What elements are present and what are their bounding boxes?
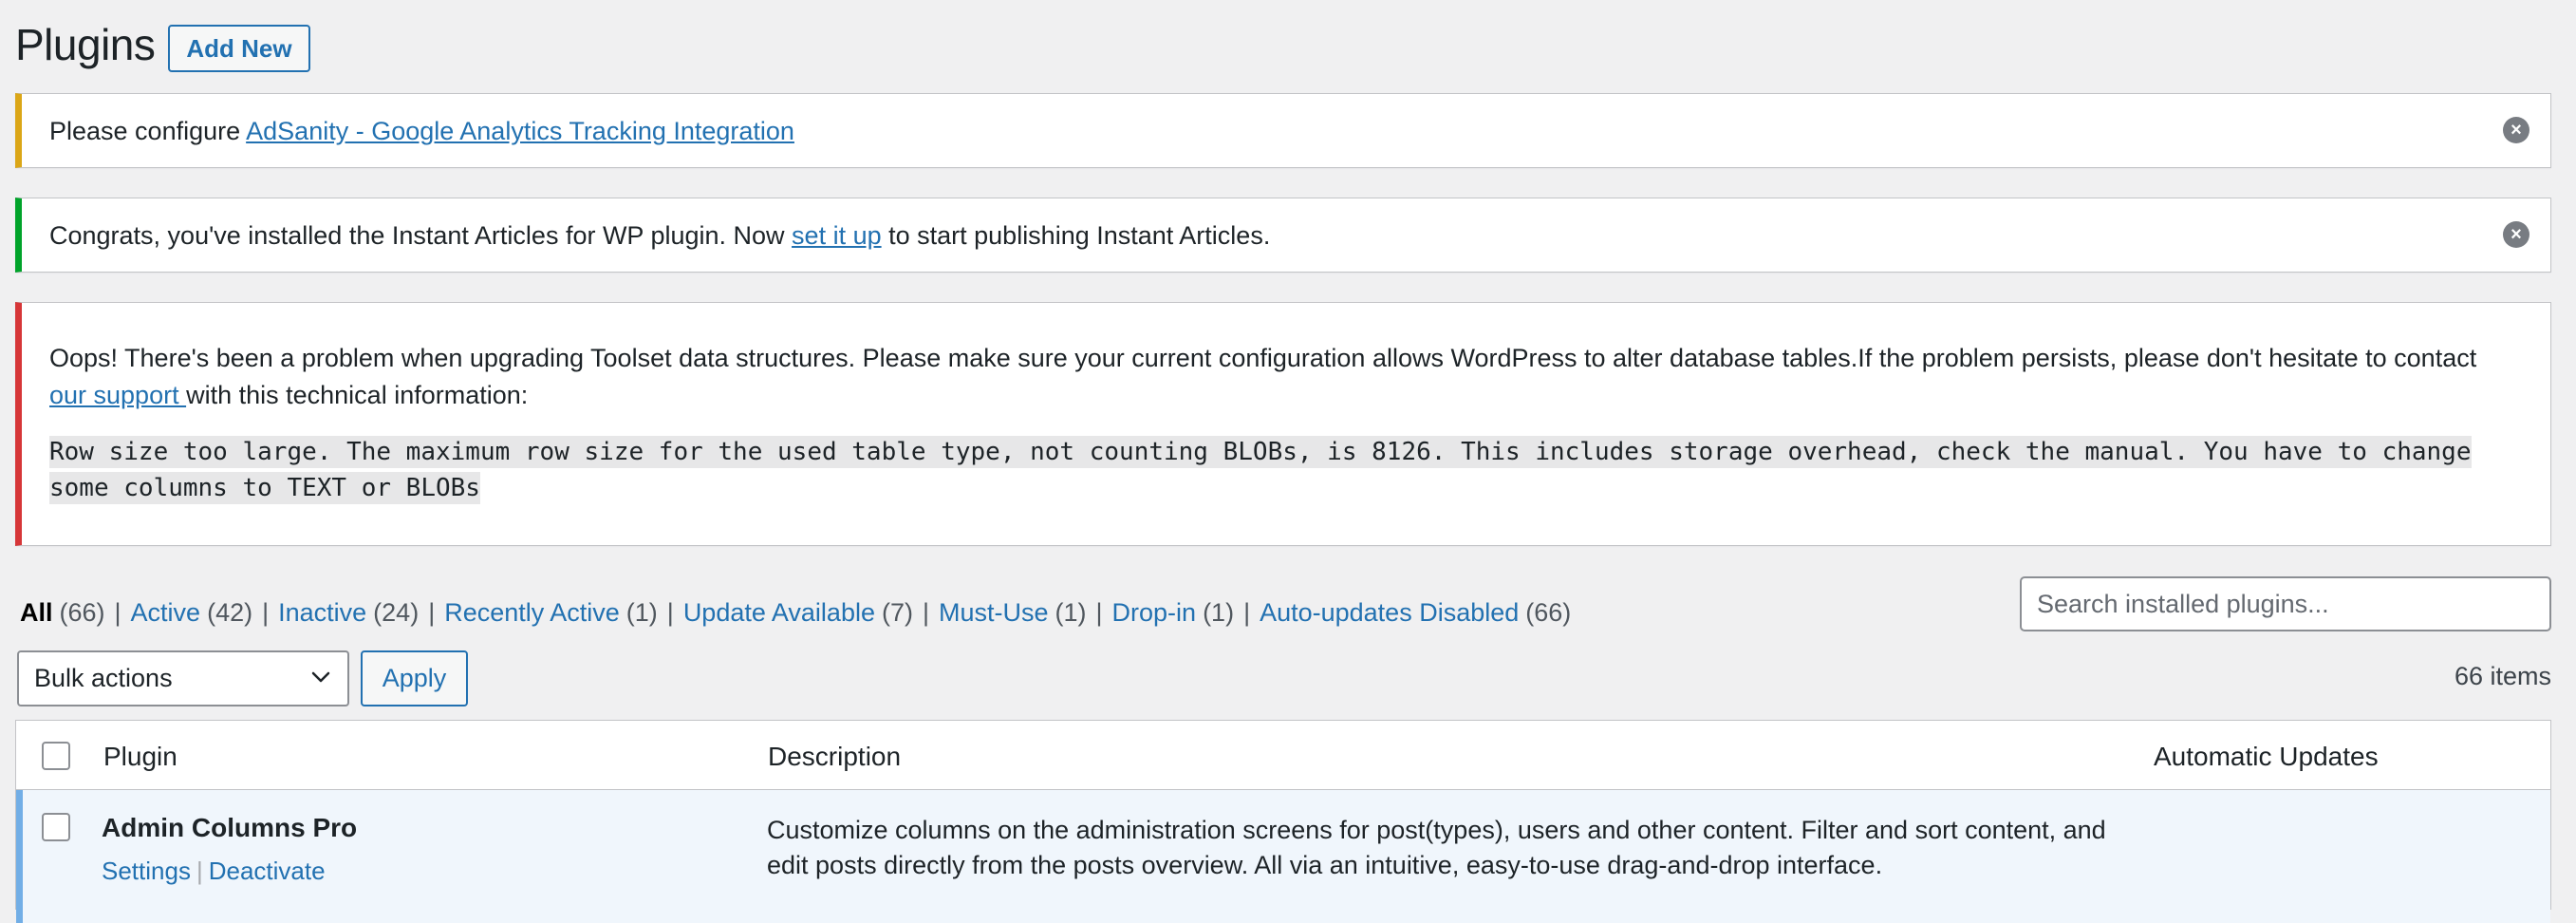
filter-auto-updates-disabled[interactable]: Auto-updates Disabled bbox=[1260, 598, 1519, 627]
filter-count: (1) bbox=[1203, 598, 1235, 627]
filter-all[interactable]: All bbox=[20, 598, 53, 627]
filter-separator: | bbox=[114, 598, 121, 627]
table-row: Admin Columns Pro Settings | Deactivate Cu… bbox=[16, 790, 2550, 923]
filter-recently-active[interactable]: Recently Active bbox=[444, 598, 620, 627]
filter-separator: | bbox=[666, 598, 674, 627]
filter-separator: | bbox=[1095, 598, 1103, 627]
filter-must-use[interactable]: Must-Use bbox=[939, 598, 1049, 627]
notice-success-text: Congrats, you've installed the Instant A… bbox=[49, 221, 1270, 251]
notice-error-text: Oops! There's been a problem when upgrad… bbox=[49, 344, 2477, 372]
row-action-separator: | bbox=[196, 857, 203, 885]
table-header: Plugin Description Automatic Updates bbox=[16, 721, 2550, 790]
filter-separator: | bbox=[262, 598, 270, 627]
dismiss-icon[interactable]: × bbox=[2503, 117, 2529, 143]
notice-success: Congrats, you've installed the Instant A… bbox=[15, 198, 2551, 273]
adsanity-config-link[interactable]: AdSanity - Google Analytics Tracking Int… bbox=[246, 117, 794, 145]
items-count: 66 items bbox=[2454, 662, 2551, 690]
notice-warning-text: Please configure AdSanity - Google Analy… bbox=[49, 117, 794, 146]
select-all-checkbox[interactable] bbox=[42, 742, 70, 770]
plugins-table: Plugin Description Automatic Updates Adm… bbox=[15, 720, 2551, 923]
notice-success-prefix: Congrats, you've installed the Instant A… bbox=[49, 221, 793, 250]
chevron-down-icon bbox=[311, 671, 330, 683]
plugin-status-filters: All (66) | Active (42) | Inactive (24) | Recently… bbox=[20, 598, 1571, 628]
row-actions: Settings | Deactivate bbox=[102, 857, 326, 886]
bulk-actions-selected: Bulk actions bbox=[34, 664, 173, 692]
page-title: Plugins bbox=[15, 20, 156, 69]
notice-warning-prefix: Please configure bbox=[49, 117, 247, 145]
filter-drop-in[interactable]: Drop-in bbox=[1112, 598, 1197, 627]
set-it-up-link[interactable]: set it up bbox=[792, 221, 882, 250]
notice-error: Oops! There's been a problem when upgrad… bbox=[15, 302, 2551, 546]
search-plugins-input[interactable] bbox=[2020, 576, 2551, 631]
column-automatic-updates: Automatic Updates bbox=[2154, 742, 2379, 771]
filter-separator: | bbox=[922, 598, 929, 627]
our-support-link[interactable]: our support bbox=[49, 381, 186, 409]
dismiss-icon[interactable]: × bbox=[2503, 221, 2529, 248]
notice-success-suffix: to start publishing Instant Articles. bbox=[881, 221, 1271, 250]
column-plugin: Plugin bbox=[103, 742, 177, 771]
error-code-block: Row size too large. The maximum row size… bbox=[49, 434, 2474, 506]
deactivate-link[interactable]: Deactivate bbox=[209, 857, 326, 885]
filter-count: (1) bbox=[625, 598, 658, 627]
filter-separator: | bbox=[428, 598, 436, 627]
apply-button[interactable]: Apply bbox=[361, 650, 468, 706]
filter-count: (42) bbox=[207, 598, 253, 627]
filter-count: (24) bbox=[373, 598, 420, 627]
filter-count: (66) bbox=[59, 598, 105, 627]
filter-count: (1) bbox=[1055, 598, 1087, 627]
notice-error-suffix: with this technical information: bbox=[186, 381, 529, 409]
column-description: Description bbox=[768, 742, 902, 771]
settings-link[interactable]: Settings bbox=[102, 857, 191, 885]
notice-error-line2: our support with this technical informat… bbox=[49, 381, 528, 410]
filter-count: (66) bbox=[1525, 598, 1572, 627]
add-new-button[interactable]: Add New bbox=[168, 25, 310, 72]
filter-active[interactable]: Active bbox=[131, 598, 201, 627]
plugin-name: Admin Columns Pro bbox=[102, 813, 358, 842]
notice-warning: Please configure AdSanity - Google Analy… bbox=[15, 93, 2551, 168]
error-code-text: Row size too large. The maximum row size… bbox=[49, 436, 2472, 504]
filter-count: (7) bbox=[881, 598, 913, 627]
bulk-actions-select[interactable]: Bulk actions bbox=[17, 650, 349, 706]
filter-update-available[interactable]: Update Available bbox=[683, 598, 875, 627]
plugin-description: Customize columns on the administration … bbox=[767, 816, 2106, 879]
row-checkbox[interactable] bbox=[42, 813, 70, 841]
filter-inactive[interactable]: Inactive bbox=[278, 598, 366, 627]
filter-separator: | bbox=[1243, 598, 1251, 627]
